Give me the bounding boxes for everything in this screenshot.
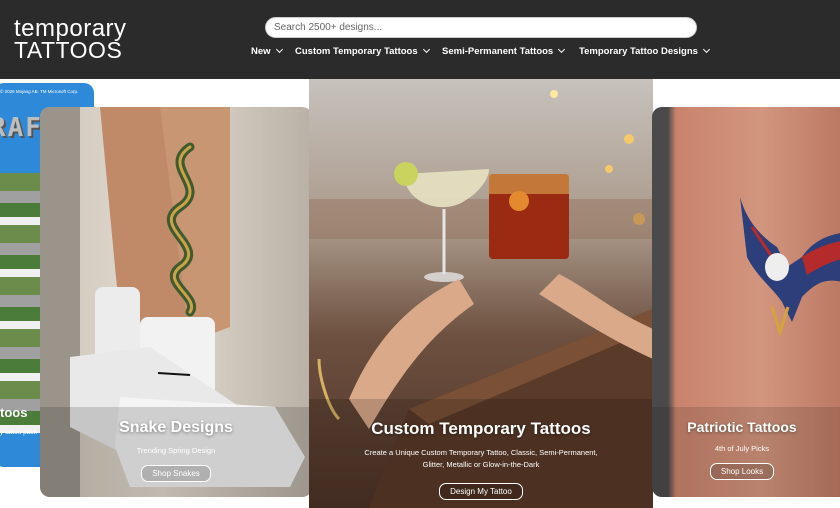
- shop-snakes-button[interactable]: Shop Snakes: [141, 465, 211, 482]
- card-subtitle-line-1: Create a Unique Custom Temporary Tattoo,…: [364, 448, 598, 457]
- chevron-down-icon: [558, 45, 566, 54]
- nav-item-label: Semi-Permanent Tattoos: [442, 46, 554, 57]
- patriotic-tattoos-card[interactable]: Patriotic Tattoos 4th of July Picks Shop…: [652, 107, 840, 497]
- nav-item-custom-temporary-tattoos[interactable]: Custom Temporary Tattoos: [295, 45, 430, 57]
- card-subtitle: Create a Unique Custom Temporary Tattoo,…: [309, 447, 653, 471]
- design-my-tattoo-button[interactable]: Design My Tattoo: [439, 483, 523, 500]
- card-subtitle-line-2: Glitter, Metallic or Glow-in-the-Dark: [422, 460, 540, 469]
- card-title: Patriotic Tattoos: [687, 419, 797, 435]
- patriotic-card-text: Patriotic Tattoos 4th of July Picks Shop…: [652, 419, 840, 480]
- card-title: Custom Temporary Tattoos: [371, 419, 591, 438]
- copyright-text: © 2026 Mojang AB. TM Microsoft Corp.: [0, 89, 79, 94]
- chevron-down-icon: [702, 45, 710, 54]
- minecraft-logo: RAF: [0, 113, 43, 143]
- search-input[interactable]: [265, 17, 697, 38]
- tattoo-sheet-image: [0, 173, 40, 433]
- nav-item-temporary-tattoo-designs[interactable]: Temporary Tattoo Designs: [579, 45, 710, 57]
- card-subtitle: Trending Spring Design: [136, 446, 216, 455]
- card-subtitle: 4th of July Picks: [714, 444, 770, 453]
- nav-item-new[interactable]: New: [251, 45, 283, 57]
- chevron-down-icon: [422, 45, 430, 54]
- chevron-down-icon: [275, 45, 283, 54]
- shop-looks-button[interactable]: Shop Looks: [709, 463, 775, 480]
- nav-item-label: Temporary Tattoo Designs: [579, 46, 698, 57]
- card-title: toos: [0, 405, 28, 420]
- snake-card-text: Snake Designs Trending Spring Design Sho…: [40, 419, 312, 482]
- nav-item-label: Custom Temporary Tattoos: [295, 46, 418, 57]
- custom-card-text: Custom Temporary Tattoos Create a Unique…: [309, 419, 653, 500]
- hero-carousel: © 2026 Mojang AB. TM Microsoft Corp. RAF…: [0, 79, 840, 508]
- custom-temporary-tattoos-card[interactable]: Custom Temporary Tattoos Create a Unique…: [309, 79, 653, 508]
- nav-item-semi-permanent-tattoos[interactable]: Semi-Permanent Tattoos: [442, 45, 566, 57]
- main-nav: New Custom Temporary Tattoos Semi-Perman…: [0, 45, 840, 60]
- snake-designs-card[interactable]: Snake Designs Trending Spring Design Sho…: [40, 107, 312, 497]
- site-header: temporary TATTOOS New Custom Temporary T…: [0, 0, 840, 79]
- card-title: Snake Designs: [119, 419, 233, 436]
- card-subtitle: y tattoo pack: [0, 429, 37, 436]
- nav-item-label: New: [251, 46, 271, 57]
